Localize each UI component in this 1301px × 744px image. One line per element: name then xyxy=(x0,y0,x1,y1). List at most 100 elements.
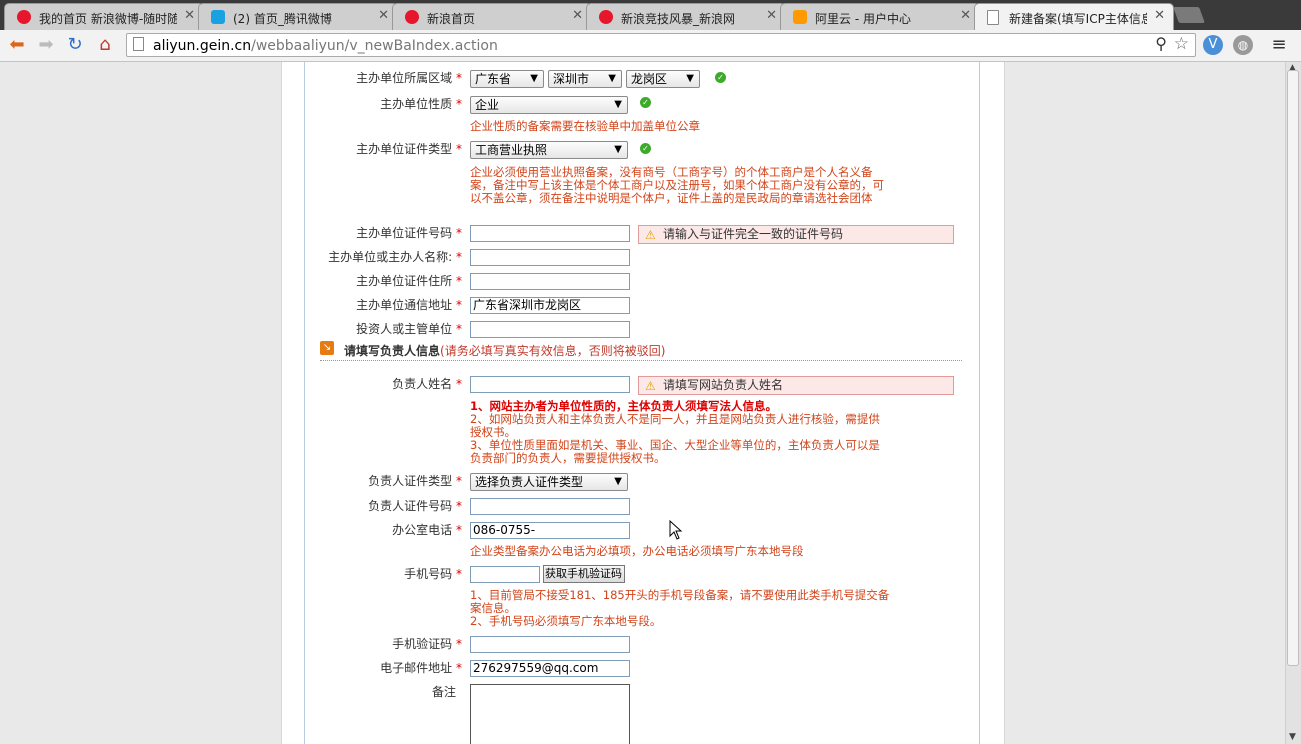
warning-icon: ⚠ xyxy=(645,379,656,393)
tab-weibo-home[interactable]: 我的首页 新浪微博-随时随 ✕ xyxy=(4,3,204,30)
person-name-label: 负责人姓名 * xyxy=(392,377,462,391)
section-subtitle: (请务必填写真实有效信息，否则将被驳回) xyxy=(440,344,666,358)
home-icon[interactable]: ⌂ xyxy=(94,34,116,56)
office-phone-label: 办公室电话 * xyxy=(392,523,462,537)
get-sms-code-button[interactable]: 获取手机验证码 xyxy=(543,565,625,583)
scrollbar-thumb[interactable] xyxy=(1287,70,1299,666)
mouse-cursor-icon xyxy=(669,520,683,540)
mobile-label: 手机号码 * xyxy=(404,567,462,581)
check-icon: ✓ xyxy=(640,97,651,108)
investor-label: 投资人或主管单位 * xyxy=(356,322,462,336)
section-title: 请填写负责人信息 xyxy=(344,344,441,358)
area-label: 主办单位所属区域 * xyxy=(356,71,462,85)
province-select[interactable]: 广东省 ▼ xyxy=(470,70,544,88)
person-name-input[interactable] xyxy=(470,376,630,393)
browser-toolbar: ⬅ ➡ ↻ ⌂ aliyun.gein.cn/webbaaliyun/v_new… xyxy=(0,30,1301,62)
mobile-note-2: 2、手机号码必须填写广东本地号段。 xyxy=(470,614,662,628)
tab-aliyun-user-center[interactable]: 阿里云 - 用户中心 ✕ xyxy=(780,3,980,30)
person-note-2: 2、如网站负责人和主体负责人不是同一人，并且是网站负责人进行核验，需提供授权书。 xyxy=(470,412,880,439)
close-icon[interactable]: ✕ xyxy=(572,8,583,23)
tencent-weibo-icon xyxy=(211,10,225,24)
sina-icon xyxy=(599,10,613,24)
globe-icon[interactable]: ◍ xyxy=(1233,35,1253,55)
person-cert-type-label: 负责人证件类型 * xyxy=(368,474,462,488)
url-path: /webbaaliyun/v_newBaIndex.action xyxy=(251,38,498,54)
org-name-label: 主办单位或主办人名称: * xyxy=(328,250,462,264)
bookmark-star-icon[interactable]: ☆ xyxy=(1174,34,1189,54)
close-icon[interactable]: ✕ xyxy=(1154,8,1165,23)
mail-addr-input[interactable]: 广东省深圳市龙岗区 xyxy=(470,297,630,314)
tab-title: (2) 首页_腾讯微博 xyxy=(233,12,332,26)
section-divider xyxy=(320,360,962,361)
page-icon xyxy=(987,10,999,25)
url-host: aliyun.gein.cn xyxy=(153,38,252,54)
sms-code-input[interactable] xyxy=(470,636,630,653)
mobile-input[interactable] xyxy=(470,566,540,583)
mobile-note-1: 1、目前管局不接受181、185开头的手机号段备案，请不要使用此类手机号提交备案… xyxy=(470,588,890,615)
person-cert-no-label: 负责人证件号码 * xyxy=(368,499,462,513)
tab-new-filing[interactable]: 新建备案(填写ICP主体信息 ✕ xyxy=(974,3,1174,30)
new-tab-button[interactable] xyxy=(1173,7,1205,23)
section-arrow-icon: ↘ xyxy=(320,341,334,355)
office-phone-note: 企业类型备案办公电话为必填项，办公电话必须填写广东本地号段 xyxy=(470,544,804,558)
close-icon[interactable]: ✕ xyxy=(378,8,389,23)
tab-title: 新浪首页 xyxy=(427,12,476,26)
close-icon[interactable]: ✕ xyxy=(960,8,971,23)
weibo-icon xyxy=(17,10,31,24)
tab-sina-sports[interactable]: 新浪竞技风暴_新浪网 ✕ xyxy=(586,3,786,30)
tab-sina-home[interactable]: 新浪首页 ✕ xyxy=(392,3,592,30)
investor-input[interactable] xyxy=(470,321,630,338)
tab-strip: 我的首页 新浪微博-随时随 ✕ (2) 首页_腾讯微博 ✕ 新浪首页 ✕ 新浪竞… xyxy=(0,0,1301,30)
district-select[interactable]: 龙岗区 ▼ xyxy=(626,70,700,88)
search-icon[interactable]: ⚲ xyxy=(1155,34,1167,53)
tab-title: 新建备案(填写ICP主体信息 xyxy=(1009,12,1147,26)
url-text: aliyun.gein.cn/webbaaliyun/v_newBaIndex.… xyxy=(153,38,498,54)
nature-select[interactable]: 企业 ▼ xyxy=(470,96,628,114)
tab-title: 阿里云 - 用户中心 xyxy=(815,12,911,26)
person-name-warning: ⚠ 请填写网站负责人姓名 xyxy=(638,376,954,395)
office-phone-input[interactable]: 086-0755- xyxy=(470,522,630,539)
check-icon: ✓ xyxy=(715,72,726,83)
cert-addr-label: 主办单位证件住所 * xyxy=(356,274,462,288)
nature-label: 主办单位性质 * xyxy=(380,97,462,111)
cert-type-note: 企业必须使用营业执照备案，没有商号（工商字号）的个体工商户是个人名义备案，备注中… xyxy=(470,165,884,205)
sms-code-label: 手机验证码 * xyxy=(392,637,462,651)
sina-icon xyxy=(405,10,419,24)
scroll-down-arrow-icon[interactable]: ▼ xyxy=(1289,732,1296,742)
forward-icon[interactable]: ➡ xyxy=(35,34,57,56)
section-header: 请填写负责人信息(请务必填写真实有效信息，否则将被驳回) xyxy=(344,342,665,359)
cert-no-label: 主办单位证件号码 * xyxy=(356,226,462,240)
address-bar[interactable]: aliyun.gein.cn/webbaaliyun/v_newBaIndex.… xyxy=(126,33,1196,57)
cert-no-input[interactable] xyxy=(470,225,630,242)
tab-title: 我的首页 新浪微博-随时随 xyxy=(39,12,177,26)
warning-icon: ⚠ xyxy=(645,228,656,242)
menu-icon[interactable]: ≡ xyxy=(1268,34,1290,56)
close-icon[interactable]: ✕ xyxy=(184,8,195,23)
close-icon[interactable]: ✕ xyxy=(766,8,777,23)
person-cert-no-input[interactable] xyxy=(470,498,630,515)
person-cert-type-select[interactable]: 选择负责人证件类型 ▼ xyxy=(470,473,628,491)
page-icon xyxy=(133,37,144,51)
remark-textarea[interactable] xyxy=(470,684,630,744)
cert-no-warning: ⚠ 请输入与证件完全一致的证件号码 xyxy=(638,225,954,244)
aliyun-icon xyxy=(793,10,807,24)
extension-icon[interactable]: V xyxy=(1203,35,1223,55)
check-icon: ✓ xyxy=(640,143,651,154)
email-input[interactable]: 276297559@qq.com xyxy=(470,660,630,677)
nature-note: 企业性质的备案需要在核验单中加盖单位公章 xyxy=(470,119,700,133)
cert-type-label: 主办单位证件类型 * xyxy=(356,142,462,156)
tab-title: 新浪竞技风暴_新浪网 xyxy=(621,12,736,26)
email-label: 电子邮件地址 * xyxy=(380,661,462,675)
remark-label: 备注 xyxy=(431,685,456,699)
tab-tencent-weibo[interactable]: (2) 首页_腾讯微博 ✕ xyxy=(198,3,398,30)
reload-icon[interactable]: ↻ xyxy=(64,34,86,56)
cert-type-select[interactable]: 工商营业执照 ▼ xyxy=(470,141,628,159)
page-viewport: 主办单位所属区域 * 广东省 ▼ 深圳市 ▼ 龙岗区 ▼ ✓ 主办单位性质 * 企业 ▼… xyxy=(0,62,1285,744)
back-icon[interactable]: ⬅ xyxy=(6,34,28,56)
mail-addr-label: 主办单位通信地址 * xyxy=(356,298,462,312)
person-note-3: 3、单位性质里面如是机关、事业、国企、大型企业等单位的，主体负责人可以是负责部门… xyxy=(470,438,880,465)
org-name-input[interactable] xyxy=(470,249,630,266)
vertical-scrollbar[interactable]: ▲ ▼ xyxy=(1285,62,1301,744)
cert-addr-input[interactable] xyxy=(470,273,630,290)
city-select[interactable]: 深圳市 ▼ xyxy=(548,70,622,88)
